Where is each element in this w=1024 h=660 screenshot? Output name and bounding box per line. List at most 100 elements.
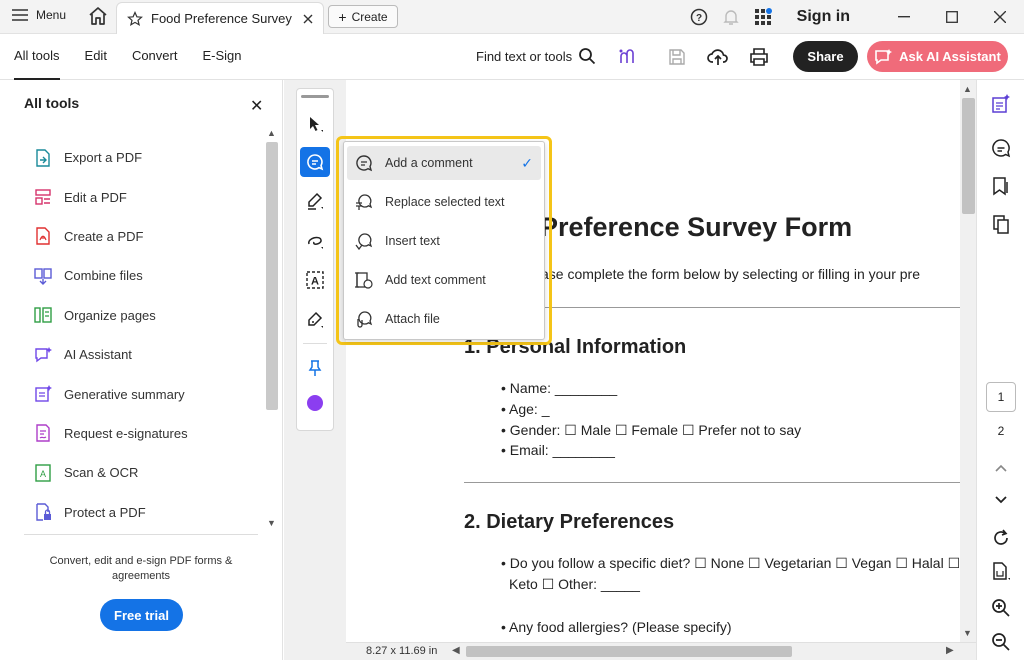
tool-request-esignatures[interactable]: Request e-signatures: [34, 414, 254, 453]
zoom-out-icon[interactable]: [991, 632, 1011, 652]
fit-page-icon[interactable]: [991, 562, 1011, 582]
save-icon[interactable]: [666, 46, 688, 68]
ai-summary-icon[interactable]: [991, 94, 1011, 114]
comment-icon: [307, 154, 324, 171]
panel-scrollbar-thumb[interactable]: [266, 142, 278, 410]
sign-tool-button[interactable]: [300, 305, 330, 335]
notification-bell-icon[interactable]: [715, 8, 747, 26]
scroll-up-arrow[interactable]: ▲: [963, 84, 972, 94]
comments-panel-icon[interactable]: [991, 138, 1011, 158]
zoom-in-icon[interactable]: [991, 598, 1011, 618]
vertical-scroll-thumb[interactable]: [962, 98, 975, 214]
scroll-down-arrow[interactable]: ▼: [267, 518, 276, 528]
text-box-icon: A: [306, 271, 324, 289]
tool-generative-summary[interactable]: Generative summary: [34, 374, 254, 413]
document-instructions: s: Please complete the form below by sel…: [506, 266, 920, 282]
tool-protect-pdf[interactable]: Protect a PDF: [34, 493, 254, 532]
sign-in-link[interactable]: Sign in: [797, 8, 850, 26]
menu-item-add-text-comment[interactable]: Add text comment: [347, 263, 541, 297]
toolbar-grip[interactable]: [301, 95, 329, 98]
tool-organize-pages[interactable]: Organize pages: [34, 296, 254, 335]
scroll-left-arrow[interactable]: ◀: [452, 645, 460, 656]
share-button[interactable]: Share: [793, 41, 858, 72]
minimize-button[interactable]: [880, 0, 928, 34]
tool-label: Organize pages: [64, 307, 156, 323]
tab-title: Food Preference Survey ...: [151, 11, 295, 26]
print-icon[interactable]: [748, 46, 770, 68]
previous-page-icon[interactable]: [991, 458, 1011, 478]
menu-item-attach-file[interactable]: Attach file: [347, 302, 541, 336]
current-page-input[interactable]: 1: [986, 382, 1016, 412]
organize-pages-icon: [34, 307, 52, 323]
tool-ai-assistant[interactable]: AI Assistant: [34, 335, 254, 374]
attach-file-icon: [357, 311, 373, 328]
cloud-upload-icon[interactable]: [707, 46, 729, 68]
bookmarks-icon[interactable]: [991, 176, 1011, 196]
home-icon[interactable]: [88, 6, 108, 26]
cursor-arrow-icon: [310, 117, 323, 132]
ask-ai-assistant-button[interactable]: Ask AI Assistant: [867, 41, 1008, 72]
section-heading: 2. Dietary Preferences: [464, 511, 675, 533]
tool-combine-files[interactable]: Combine files: [34, 256, 254, 295]
divider: [24, 534, 258, 535]
rotate-icon[interactable]: [991, 528, 1011, 548]
page-thumbnails-icon[interactable]: [991, 214, 1011, 234]
tool-export-pdf[interactable]: Export a PDF: [34, 138, 254, 177]
color-swatch[interactable]: [307, 395, 323, 411]
tools-list: Export a PDF Edit a PDF Create a PDF Com…: [34, 138, 254, 532]
close-panel-icon[interactable]: ✕: [250, 96, 263, 116]
draw-tool-button[interactable]: [300, 226, 330, 256]
document-tab[interactable]: Food Preference Survey ...: [116, 2, 324, 34]
scroll-right-arrow[interactable]: ▶: [946, 645, 954, 656]
tab-convert[interactable]: Convert: [132, 34, 178, 80]
form-field: • Email: ________: [501, 442, 615, 458]
form-field: • Age: _: [501, 401, 550, 417]
menu-item-add-comment[interactable]: Add a comment ✓: [347, 146, 541, 180]
maximize-icon: [946, 11, 958, 23]
close-window-button[interactable]: [976, 0, 1024, 34]
find-tools-button[interactable]: Find text or tools: [476, 47, 596, 65]
tab-e-sign[interactable]: E-Sign: [202, 34, 241, 80]
menu-item-label: Replace selected text: [385, 195, 505, 209]
apps-grid-icon[interactable]: [747, 8, 779, 26]
divider: [303, 343, 327, 344]
scroll-down-arrow[interactable]: ▼: [963, 628, 972, 638]
pin-toolbar-button[interactable]: [300, 353, 330, 383]
tool-label: Scan & OCR: [64, 465, 139, 481]
replace-text-icon: [356, 194, 373, 210]
next-page-icon[interactable]: [991, 490, 1011, 510]
close-icon: [994, 11, 1006, 23]
all-tools-panel: All tools ✕ Export a PDF Edit a PDF Crea…: [0, 80, 283, 660]
select-tool-button[interactable]: [300, 109, 330, 139]
highlight-tool-button[interactable]: [300, 186, 330, 216]
free-trial-button[interactable]: Free trial: [100, 599, 183, 631]
create-button[interactable]: + Create: [328, 5, 398, 28]
tool-scan-ocr[interactable]: A Scan & OCR: [34, 453, 254, 492]
insert-text-icon: [355, 233, 373, 250]
menu-button[interactable]: Menu: [12, 8, 66, 22]
tab-edit[interactable]: Edit: [85, 34, 107, 80]
tab-all-tools[interactable]: All tools: [14, 34, 60, 80]
menu-item-insert-text[interactable]: Insert text: [347, 224, 541, 258]
svg-text:A: A: [311, 276, 319, 288]
form-field: • Name: ________: [501, 380, 618, 396]
star-icon[interactable]: [127, 10, 143, 27]
menu-label: Menu: [36, 8, 67, 22]
tool-label: Export a PDF: [64, 150, 143, 166]
tool-edit-pdf[interactable]: Edit a PDF: [34, 177, 254, 216]
scroll-up-arrow[interactable]: ▲: [267, 128, 276, 138]
pin-icon: [308, 360, 322, 376]
form-field: • Gender: ☐ Male ☐ Female ☐ Prefer not t…: [501, 422, 802, 438]
add-comment-tool-button[interactable]: [300, 147, 330, 177]
tool-create-pdf[interactable]: Create a PDF: [34, 217, 254, 256]
ai-tools-icon[interactable]: [616, 46, 638, 68]
text-box-tool-button[interactable]: A: [300, 265, 330, 295]
tool-label: Request e-signatures: [64, 425, 188, 441]
help-icon[interactable]: ?: [683, 8, 715, 26]
menu-item-replace-text[interactable]: Replace selected text: [347, 185, 541, 219]
form-field: • Any food allergies? (Please specify): [501, 619, 732, 635]
horizontal-scroll-thumb[interactable]: [466, 646, 792, 657]
tool-label: Combine files: [64, 268, 143, 284]
maximize-button[interactable]: [928, 0, 976, 34]
close-tab-icon[interactable]: [303, 14, 313, 24]
